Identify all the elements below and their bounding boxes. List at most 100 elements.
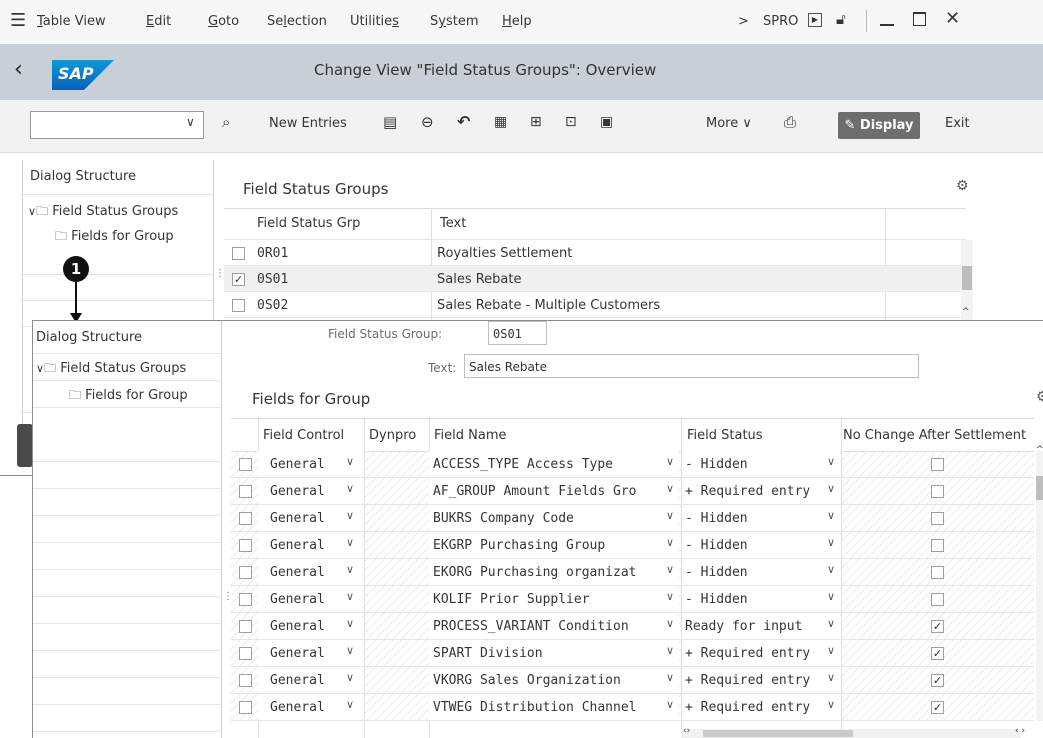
minimize-icon[interactable] bbox=[880, 24, 894, 26]
field-status-select[interactable]: + Required entry ∨ bbox=[682, 694, 840, 720]
col-text[interactable]: Text bbox=[440, 216, 466, 231]
row-checkbox[interactable] bbox=[239, 593, 252, 606]
print-icon[interactable]: ⎙ bbox=[784, 113, 796, 131]
field-control-select[interactable]: General ∨ bbox=[258, 613, 363, 639]
chevron-down-icon[interactable]: ∨ bbox=[827, 482, 835, 495]
chevron-down-icon[interactable]: ∨ bbox=[346, 644, 354, 657]
field-name-select[interactable]: VTWEG Distribution Channel ∨ bbox=[429, 694, 679, 720]
table-row[interactable]: General ∨ VTWEG Distribution Channel ∨ + Req… bbox=[231, 694, 1034, 721]
row-checkbox[interactable] bbox=[239, 539, 252, 552]
field-control-select[interactable]: General ∨ bbox=[258, 667, 363, 693]
chevron-down-icon[interactable]: ∨ bbox=[346, 455, 354, 468]
more-menu[interactable]: More ∨ bbox=[706, 116, 752, 131]
field-status-select[interactable]: - Hidden ∨ bbox=[682, 532, 840, 558]
chevron-down-icon[interactable]: ∨ bbox=[827, 671, 835, 684]
splitter-handle[interactable]: ⋮ bbox=[223, 591, 233, 602]
no-change-checkbox[interactable] bbox=[931, 566, 944, 579]
field-status-select[interactable]: - Hidden ∨ bbox=[682, 451, 840, 477]
run-icon[interactable]: ▶ bbox=[808, 13, 822, 27]
no-change-checkbox[interactable]: ✓ bbox=[931, 620, 944, 633]
field-status-select[interactable]: + Required entry ∨ bbox=[682, 667, 840, 693]
front-scrollbar-thumb[interactable] bbox=[1036, 476, 1043, 500]
menu-selection[interactable]: Selection bbox=[267, 14, 327, 29]
deselect-all-icon[interactable]: ⊡ bbox=[565, 114, 577, 130]
menu-utilities[interactable]: Utilities bbox=[350, 14, 399, 29]
table-row[interactable]: General ∨ AF_GROUP Amount Fields Gro ∨ + Req… bbox=[231, 478, 1034, 505]
no-change-checkbox[interactable] bbox=[931, 593, 944, 606]
back-tree-item-field-status-groups[interactable]: ∨🗀︎ Field Status Groups bbox=[28, 202, 178, 223]
row-checkbox[interactable] bbox=[239, 485, 252, 498]
field-name-select[interactable]: VKORG Sales Organization ∨ bbox=[429, 667, 679, 693]
back-scrollbar-thumb[interactable] bbox=[962, 266, 972, 290]
no-change-checkbox[interactable]: ✓ bbox=[931, 674, 944, 687]
chevron-down-icon[interactable]: ∨ bbox=[827, 509, 835, 522]
table-row[interactable]: General ∨ EKGRP Purchasing Group ∨ - Hidden ∨ bbox=[231, 532, 1034, 559]
table-row[interactable]: General ∨ KOLIF Prior Supplier ∨ - Hidden ∨ bbox=[231, 586, 1034, 613]
row-checkbox[interactable] bbox=[239, 647, 252, 660]
table-row[interactable]: General ∨ VKORG Sales Organization ∨ + Requi… bbox=[231, 667, 1034, 694]
back-dark-button[interactable] bbox=[17, 424, 33, 467]
chevron-down-icon[interactable]: ∨ bbox=[827, 536, 835, 549]
chevron-down-icon[interactable]: ∨ bbox=[666, 482, 674, 495]
no-change-checkbox[interactable] bbox=[931, 539, 944, 552]
menu-help[interactable]: Help bbox=[502, 14, 532, 29]
front-tree-item-fields-for-group[interactable]: 🗀︎ Fields for Group bbox=[33, 381, 221, 408]
table-row[interactable]: General ∨ BUKRS Company Code ∨ - Hidden ∨ bbox=[231, 505, 1034, 532]
chevron-down-icon[interactable]: ∨ bbox=[346, 671, 354, 684]
row-checkbox[interactable] bbox=[232, 247, 245, 260]
col-dynpro[interactable]: Dynpro bbox=[369, 428, 416, 443]
chevron-down-icon[interactable]: ∨ bbox=[827, 698, 835, 711]
chevron-down-icon[interactable]: ∨ bbox=[666, 455, 674, 468]
menu-table-view[interactable]: Table View bbox=[37, 14, 106, 29]
chevron-down-icon[interactable]: ∨ bbox=[827, 563, 835, 576]
field-status-select[interactable]: Ready for input ∨ bbox=[682, 613, 840, 639]
table-row[interactable]: General ∨ SPART Division ∨ + Required entry ∨… bbox=[231, 640, 1034, 667]
settings-gear-icon[interactable]: ⚙ bbox=[956, 178, 969, 194]
search-icon[interactable]: ⌕ bbox=[222, 113, 230, 131]
chevron-down-icon[interactable]: ∨ bbox=[346, 509, 354, 522]
col-field-name[interactable]: Field Name bbox=[434, 428, 507, 443]
field-name-select[interactable]: ACCESS_TYPE Access Type ∨ bbox=[429, 451, 679, 477]
close-icon[interactable]: ✕ bbox=[945, 8, 960, 29]
menu-edit[interactable]: Edit bbox=[146, 14, 171, 29]
col-no-change-after-settlement[interactable]: No Change After Settlement bbox=[843, 428, 1026, 443]
scroll-up-icon[interactable]: ^ bbox=[1036, 445, 1043, 455]
front-hscrollbar-thumb[interactable] bbox=[703, 730, 853, 737]
delete-icon[interactable]: ⊖ bbox=[421, 113, 434, 131]
field-status-group-field[interactable]: 0S01 bbox=[488, 321, 547, 345]
chevron-down-icon[interactable]: ∨ bbox=[666, 617, 674, 630]
field-control-select[interactable]: General ∨ bbox=[258, 532, 363, 558]
chevron-down-icon[interactable]: ∨ bbox=[666, 644, 674, 657]
field-name-select[interactable]: AF_GROUP Amount Fields Gro ∨ bbox=[429, 478, 679, 504]
row-checkbox-checked[interactable]: ✓ bbox=[232, 273, 245, 286]
chevron-down-icon[interactable]: ∨ bbox=[827, 590, 835, 603]
exit-button[interactable]: Exit bbox=[945, 116, 970, 131]
field-name-select[interactable]: EKORG Purchasing organizat ∨ bbox=[429, 559, 679, 585]
field-control-select[interactable]: General ∨ bbox=[258, 694, 363, 720]
scroll-left-right-icon[interactable]: ‹› bbox=[683, 726, 690, 736]
chevron-down-icon[interactable]: ∨ bbox=[827, 617, 835, 630]
field-name-select[interactable]: PROCESS_VARIANT Condition ∨ bbox=[429, 613, 679, 639]
row-checkbox[interactable] bbox=[239, 458, 252, 471]
table-row[interactable]: General ∨ EKORG Purchasing organizat ∨ - Hid… bbox=[231, 559, 1034, 586]
row-checkbox[interactable] bbox=[239, 674, 252, 687]
table-row[interactable]: 0R01 Royalties Settlement bbox=[224, 240, 966, 266]
chevron-down-icon[interactable]: ∨ bbox=[666, 698, 674, 711]
chevron-down-icon[interactable]: ∨ bbox=[346, 482, 354, 495]
menu-goto[interactable]: Goto bbox=[208, 14, 239, 29]
chevron-down-icon[interactable]: ∨ bbox=[666, 671, 674, 684]
scroll-up-icon[interactable]: ^ bbox=[962, 307, 970, 317]
display-button[interactable]: ✎ Display bbox=[838, 112, 920, 139]
front-tree-item-field-status-groups[interactable]: ∨🗀︎ Field Status Groups bbox=[33, 354, 221, 381]
field-name-select[interactable]: SPART Division ∨ bbox=[429, 640, 679, 666]
back-arrow-icon[interactable]: ‹ bbox=[14, 57, 23, 82]
chevron-down-icon[interactable]: ∨ bbox=[666, 590, 674, 603]
field-control-select[interactable]: General ∨ bbox=[258, 478, 363, 504]
select-all-icon[interactable]: ▦ bbox=[494, 114, 507, 130]
row-checkbox[interactable] bbox=[239, 701, 252, 714]
chevron-down-icon[interactable]: ∨ bbox=[346, 536, 354, 549]
table-row[interactable]: 0S02 Sales Rebate - Multiple Customers bbox=[224, 292, 966, 318]
field-name-select[interactable]: EKGRP Purchasing Group ∨ bbox=[429, 532, 679, 558]
expand-icon[interactable]: ∨ bbox=[36, 362, 44, 375]
chevron-down-icon[interactable]: ∨ bbox=[666, 536, 674, 549]
